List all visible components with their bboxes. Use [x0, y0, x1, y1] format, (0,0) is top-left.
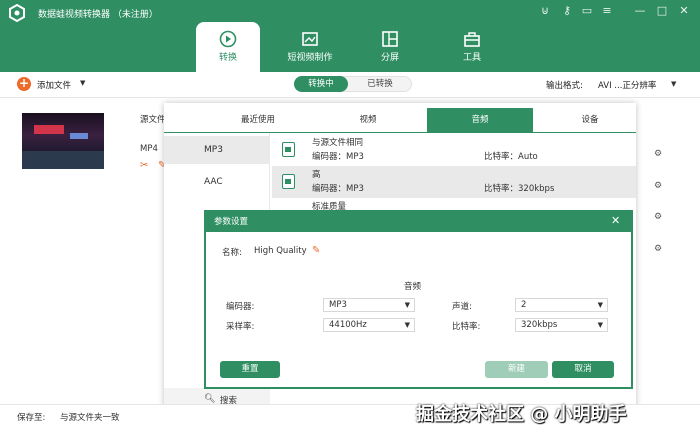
tab-short-video[interactable]: 短视频制作	[277, 22, 343, 72]
preset-standard[interactable]: 标准质量	[272, 198, 636, 212]
video-edit-icon	[302, 32, 318, 46]
channel-value: 2	[521, 300, 527, 310]
convert-icon	[219, 30, 237, 48]
minimize-icon[interactable]: —	[633, 4, 647, 18]
toolbox-icon	[464, 32, 480, 47]
chevron-down-icon[interactable]: ▼	[671, 80, 676, 88]
samplerate-value: 44100Hz	[329, 320, 367, 330]
tab-split-screen-label: 分屏	[380, 53, 399, 63]
app-logo-icon	[9, 4, 25, 22]
format-item-mp3[interactable]: MP3	[164, 136, 270, 164]
preset-bitrate: 比特率：Auto	[484, 152, 538, 162]
close-icon[interactable]: ✕	[677, 4, 691, 18]
samplerate-select[interactable]: 44100Hz ▼	[323, 318, 415, 332]
tab-device[interactable]: 设备	[540, 108, 640, 132]
reset-button[interactable]: 重置	[220, 361, 280, 378]
encoder-select[interactable]: MP3 ▼	[323, 298, 415, 312]
save-to-label: 保存至:	[17, 413, 46, 423]
bitrate-value: 320kbps	[521, 320, 558, 330]
dialog-title: 参数设置	[206, 212, 631, 232]
gear-icon[interactable]: ⚙	[654, 212, 662, 222]
preset-encoder: 编码器：MP3	[312, 152, 364, 162]
preset-encoder: 编码器：MP3	[312, 184, 364, 194]
chevron-down-icon: ▼	[404, 321, 410, 329]
output-format-label: 输出格式:	[546, 81, 583, 91]
watermark: 掘金技术社区 @ 小明助手	[416, 404, 627, 425]
maximize-icon[interactable]: □	[655, 4, 669, 18]
bitrate-select[interactable]: 320kbps ▼	[515, 318, 608, 332]
tab-split-screen[interactable]: 分屏	[358, 22, 422, 72]
encoder-label: 编码器:	[226, 302, 255, 312]
tab-recent[interactable]: 最近使用	[208, 108, 308, 132]
save-to-select[interactable]: 与源文件夹一致	[60, 411, 120, 423]
name-label: 名称:	[222, 248, 242, 258]
app-title: 数据蛙视频转换器 （未注册）	[38, 10, 158, 20]
gear-icon[interactable]: ⚙	[654, 244, 662, 254]
preset-bitrate: 比特率：320kbps	[484, 184, 555, 194]
tab-converted[interactable]: 已转换	[360, 76, 400, 92]
tab-tools[interactable]: 工具	[440, 22, 504, 72]
preset-name: 与源文件相同	[312, 138, 364, 148]
tab-converting[interactable]: 转换中	[294, 76, 348, 92]
menu-icon[interactable]: ≡	[600, 4, 614, 18]
output-format-select[interactable]: AVI ...正分辨率	[598, 79, 656, 91]
tab-tools-label: 工具	[462, 53, 481, 63]
bitrate-label: 比特率:	[452, 322, 481, 332]
channel-select[interactable]: 2 ▼	[515, 298, 608, 312]
name-value: High Quality	[254, 246, 307, 256]
split-screen-icon	[382, 31, 398, 47]
channel-label: 声道:	[452, 302, 472, 312]
samplerate-label: 采样率:	[226, 322, 255, 332]
search-icon: 🔍︎	[204, 394, 216, 404]
add-file-icon[interactable]: +	[17, 77, 31, 91]
tab-video[interactable]: 视频	[318, 108, 418, 132]
pencil-icon[interactable]: ✎	[312, 245, 320, 256]
key-icon[interactable]: ⚷	[560, 4, 574, 18]
audio-file-icon	[282, 174, 295, 189]
source-format: MP4	[140, 144, 158, 154]
format-item-aac[interactable]: AAC	[164, 168, 270, 196]
chevron-down-icon: ▼	[597, 321, 603, 329]
chevron-down-icon: ▼	[597, 301, 603, 309]
preset-name: 高	[312, 170, 321, 180]
gear-icon[interactable]: ⚙	[654, 181, 662, 191]
feedback-icon[interactable]: ▭	[580, 4, 594, 18]
edit-icon[interactable]: ✂	[140, 160, 148, 171]
add-file-button[interactable]: 添加文件	[37, 79, 71, 91]
chevron-down-icon: ▼	[404, 301, 410, 309]
tab-audio[interactable]: 音频	[427, 108, 533, 132]
source-file-label: 源文件	[140, 115, 166, 125]
dialog-close-icon[interactable]: ✕	[611, 214, 620, 227]
cancel-button[interactable]: 取消	[552, 361, 614, 378]
gear-icon[interactable]: ⚙	[654, 149, 662, 159]
chevron-down-icon[interactable]: ▼	[80, 79, 85, 87]
section-audio: 音频	[404, 282, 422, 292]
tab-short-video-label: 短视频制作	[287, 53, 333, 63]
preset-high[interactable]: 高 编码器：MP3 比特率：320kbps	[272, 166, 636, 198]
preset-same-as-source[interactable]: 与源文件相同 编码器：MP3 比特率：Auto	[272, 134, 636, 166]
tab-convert-label: 转换	[218, 53, 237, 63]
cart-icon[interactable]: ⊍	[538, 4, 552, 18]
new-button[interactable]: 新建	[485, 361, 548, 378]
audio-file-icon	[282, 142, 295, 157]
tab-convert[interactable]: 转换	[196, 22, 260, 72]
video-thumbnail[interactable]	[22, 113, 104, 169]
encoder-value: MP3	[329, 300, 347, 310]
